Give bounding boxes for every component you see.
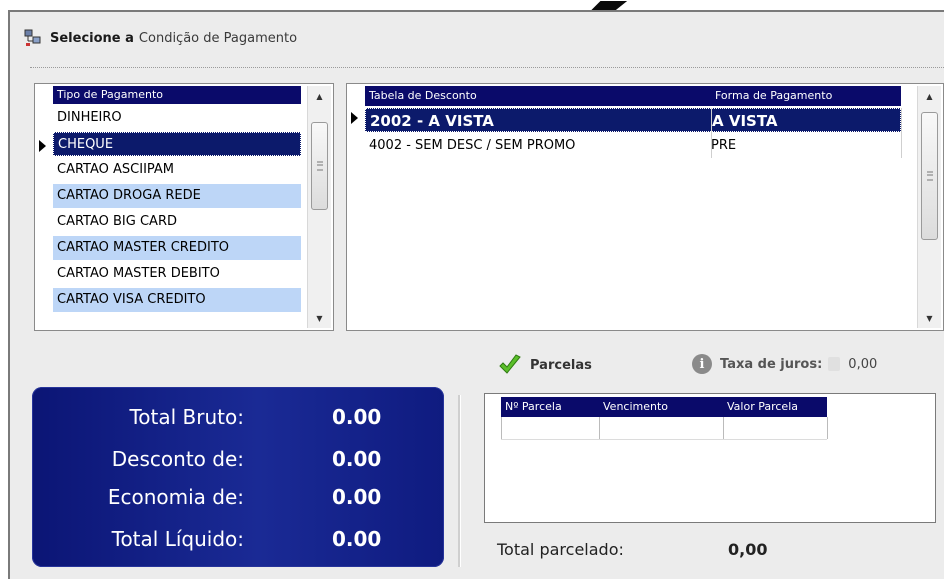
discount-row[interactable]: 4002 - SEM DESC / SEM PROMO PRE [365, 134, 901, 158]
row-separator [501, 439, 827, 440]
cell-separator [723, 417, 724, 439]
payment-type-item[interactable]: CARTAO MASTER DEBITO [53, 262, 301, 286]
column-header-payment-form[interactable]: Forma de Pagamento [711, 86, 901, 106]
check-icon [499, 354, 521, 374]
total-parcelado-label: Total parcelado: [497, 540, 624, 559]
column-separator [711, 108, 712, 158]
payment-type-item[interactable]: CARTAO ASCIIPAM [53, 158, 301, 182]
scroll-thumb[interactable] [921, 112, 938, 240]
desconto-value: 0.00 [332, 447, 382, 471]
installments-grid[interactable]: Nº Parcela Vencimento Valor Parcela [484, 393, 936, 523]
grip-icon [926, 171, 933, 181]
header-divider [30, 67, 944, 68]
total-liquido-value: 0.00 [332, 527, 382, 551]
total-liquido-label: Total Líquido: [111, 527, 244, 551]
payment-type-item[interactable]: CARTAO DROGA REDE [53, 184, 301, 208]
cell-separator [827, 417, 828, 439]
total-bruto-label: Total Bruto: [129, 405, 244, 429]
total-parcelado-value: 0,00 [728, 540, 768, 559]
column-header-installment-value[interactable]: Valor Parcela [723, 397, 827, 417]
desconto-row: Desconto de: 0.00 [32, 441, 444, 477]
payment-type-item[interactable]: CARTAO BIG CARD [53, 210, 301, 234]
column-header-payment-type[interactable]: Tipo de Pagamento [53, 86, 301, 104]
scroll-up-arrow-icon[interactable]: ▲ [308, 88, 331, 104]
panel-divider [458, 395, 461, 567]
parcelas-label: Parcelas [530, 357, 592, 373]
interest-rate-spinner[interactable] [828, 357, 841, 371]
discount-row-selected[interactable]: 2002 - A VISTA A VISTA [365, 108, 901, 132]
interest-rate: i Taxa de juros: 0,00 [692, 354, 877, 374]
payment-type-scrollbar[interactable]: ▲ ▼ [307, 86, 331, 328]
payment-type-item[interactable]: CARTAO MASTER CREDITO [53, 236, 301, 260]
section-header: Selecione a Condição de Pagamento [24, 26, 297, 50]
payment-type-item[interactable]: DINHEIRO [53, 106, 301, 130]
discount-cell-table: 2002 - A VISTA [370, 112, 494, 130]
discount-cell-table: 4002 - SEM DESC / SEM PROMO [369, 138, 576, 153]
row-indicator-icon [39, 140, 46, 152]
parcelas-button[interactable]: Parcelas [498, 354, 592, 376]
info-icon: i [692, 354, 712, 374]
scroll-thumb[interactable] [311, 122, 328, 210]
economia-label: Economia de: [107, 485, 244, 509]
payment-type-grid[interactable]: Tipo de Pagamento DINHEIRO CHEQUE CARTAO A… [34, 83, 334, 331]
scroll-down-arrow-icon[interactable]: ▼ [918, 310, 941, 326]
totals-panel: Total Bruto: 0.00 Desconto de: 0.00 Econ… [32, 387, 444, 567]
header-title-rest: Condição de Pagamento [138, 30, 298, 46]
desconto-label: Desconto de: [111, 447, 244, 471]
payment-type-item[interactable]: CHEQUE [53, 132, 301, 156]
total-liquido-row: Total Líquido: 0.00 [32, 521, 444, 557]
economia-row: Economia de: 0.00 [32, 479, 444, 515]
total-bruto-value: 0.00 [332, 405, 382, 429]
column-header-installment-number[interactable]: Nº Parcela [501, 397, 599, 417]
economia-value: 0.00 [332, 485, 382, 509]
payment-settings-icon [24, 29, 41, 46]
scroll-down-arrow-icon[interactable]: ▼ [308, 310, 331, 326]
interest-rate-value: 0,00 [848, 356, 878, 372]
discount-cell-form: PRE [711, 138, 737, 153]
scroll-up-arrow-icon[interactable]: ▲ [918, 88, 941, 104]
cell-separator [599, 417, 600, 439]
discount-table-scrollbar[interactable]: ▲ ▼ [917, 86, 941, 328]
column-header-discount-table[interactable]: Tabela de Desconto [365, 86, 711, 106]
header-title-bold: Selecione a [50, 30, 134, 46]
column-separator [901, 108, 902, 158]
column-header-due-date[interactable]: Vencimento [599, 397, 723, 417]
interest-rate-label: Taxa de juros: [720, 356, 823, 372]
row-indicator-icon [351, 112, 358, 124]
discount-table-grid[interactable]: Tabela de Desconto Forma de Pagamento 20… [346, 83, 944, 331]
grip-icon [316, 161, 323, 171]
payment-type-item[interactable]: CARTAO VISA CREDITO [53, 288, 301, 312]
cell-separator [501, 417, 502, 439]
total-bruto-row: Total Bruto: 0.00 [32, 399, 444, 435]
discount-cell-form: A VISTA [712, 112, 778, 130]
